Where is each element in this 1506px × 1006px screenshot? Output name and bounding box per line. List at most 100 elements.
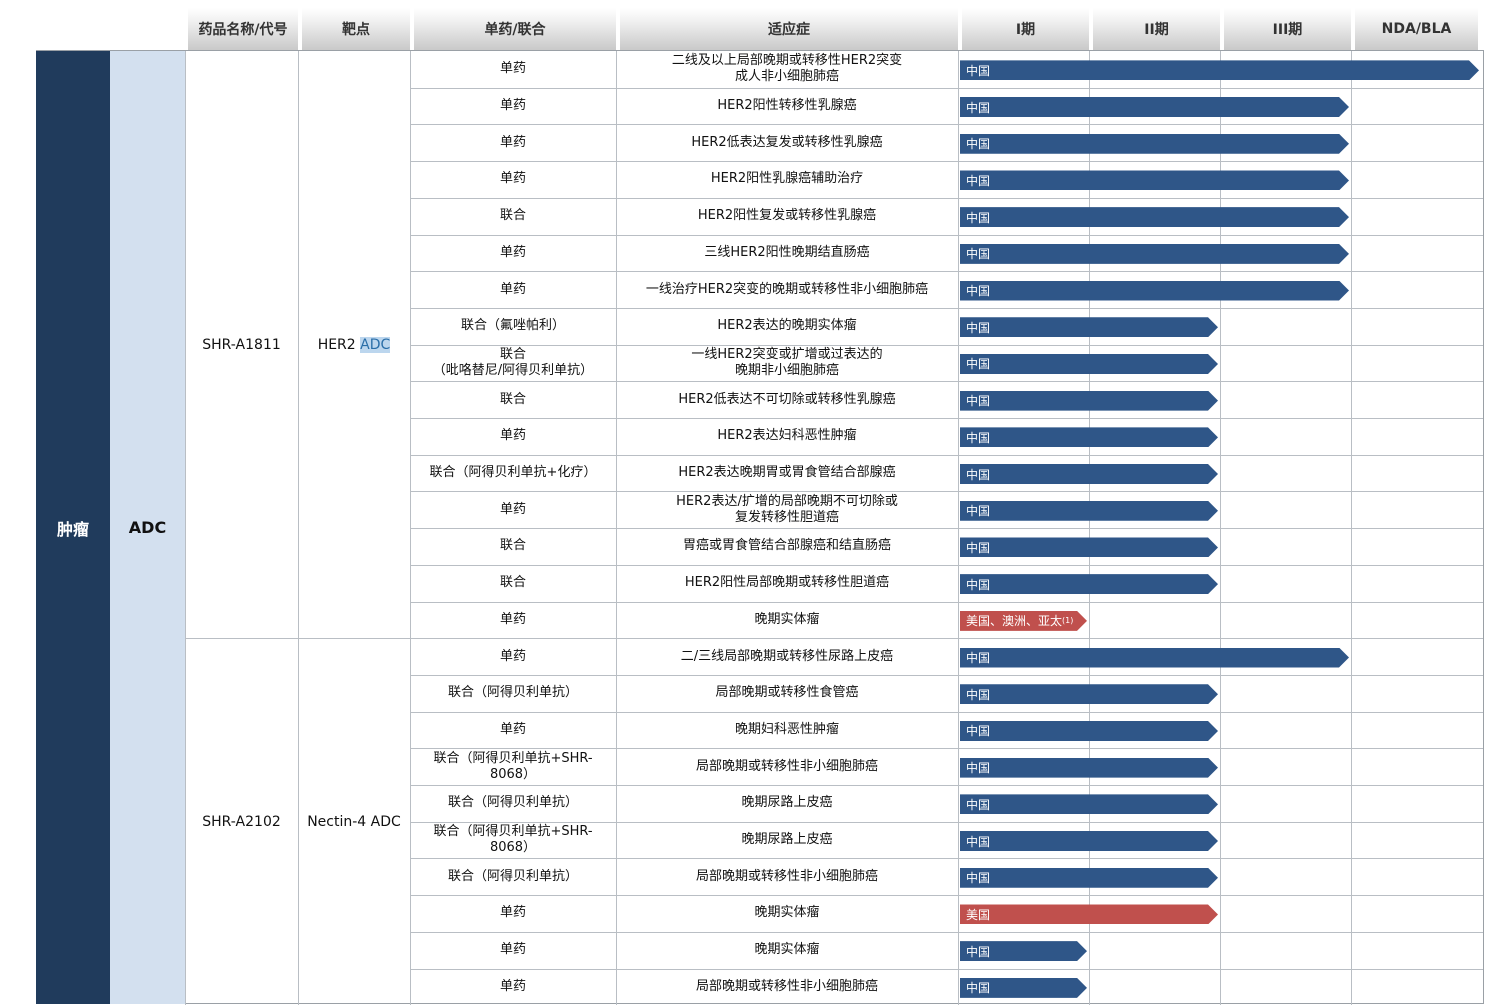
combo-cell: 单药	[499, 171, 526, 187]
indication-cell: HER2表达晚期胃或胃食管结合部腺癌	[678, 465, 896, 481]
phase-progress-arrow: 中国	[960, 60, 1479, 80]
target-highlight-text: ADC	[360, 336, 391, 353]
phase-progress-arrow: 美国、澳洲、亚太 (1)	[960, 611, 1087, 631]
phase-progress-arrow: 中国	[960, 941, 1087, 961]
phase-progress-arrow: 中国	[960, 170, 1349, 190]
region-label: 中国	[966, 577, 991, 592]
drug-name-cell: SHR-A1811	[185, 51, 298, 638]
region-label: 中国	[966, 394, 991, 409]
combo-cell: 单药	[499, 611, 526, 627]
combo-cell: 联合	[499, 538, 526, 554]
combo-cell: 联合（阿得贝利单抗）	[447, 795, 578, 811]
region-label: 中国	[966, 504, 991, 519]
header-drug-name: 药品名称/代号	[188, 8, 298, 50]
region-label: 中国	[966, 63, 991, 78]
combo-cell: 联合 （吡咯替尼/阿得贝利单抗）	[432, 346, 594, 378]
indication-cell: 一线HER2突变或扩增或过表达的 晚期非小细胞肺癌	[691, 346, 883, 378]
indication-cell: HER2表达/扩增的局部晚期不可切除或 复发转移性胆道癌	[676, 493, 898, 525]
indication-cell: 胃癌或胃食管结合部腺癌和结直肠癌	[682, 538, 891, 554]
header-nda-bla: NDA/BLA	[1355, 8, 1478, 50]
indication-cell: 晚期妇科恶性肿瘤	[734, 721, 839, 737]
combo-cell: 单药	[499, 61, 526, 77]
phase-progress-arrow: 中国	[960, 97, 1349, 117]
region-label: 中国	[966, 320, 991, 335]
indication-cell: 局部晚期或转移性非小细胞肺癌	[695, 758, 878, 774]
phase-progress-arrow: 中国	[960, 207, 1349, 227]
region-label: 中国	[966, 430, 991, 445]
region-label: 中国	[966, 834, 991, 849]
region-label: 美国、澳洲、亚太	[966, 614, 1063, 629]
phase-progress-arrow: 中国	[960, 574, 1218, 594]
indication-cell: 晚期尿路上皮癌	[741, 832, 833, 848]
combo-cell: 单药	[499, 905, 526, 921]
region-label: 中国	[966, 687, 991, 702]
region-label: 中国	[966, 761, 991, 776]
target-text: Nectin-4 ADC	[307, 813, 401, 830]
region-label: 中国	[966, 210, 991, 225]
modality-label: ADC	[128, 518, 167, 537]
region-label: 美国	[966, 907, 991, 922]
combo-cell: 联合（阿得贝利单抗+SHR- 8068）	[433, 824, 593, 856]
region-label: 中国	[966, 247, 991, 262]
phase-progress-arrow: 中国	[960, 978, 1087, 998]
combo-cell: 单药	[499, 942, 526, 958]
phase-progress-arrow: 中国	[960, 794, 1218, 814]
phase-progress-arrow: 中国	[960, 501, 1218, 521]
combo-cell: 联合（阿得贝利单抗+SHR- 8068）	[433, 750, 593, 782]
phase-progress-arrow: 中国	[960, 537, 1218, 557]
region-label: 中国	[966, 467, 991, 482]
phase-progress-arrow: 中国	[960, 721, 1218, 741]
combo-cell: 联合	[499, 575, 526, 591]
phase-progress-arrow: 中国	[960, 758, 1218, 778]
combo-cell: 单药	[499, 281, 526, 297]
indication-cell: HER2阳性转移性乳腺癌	[717, 98, 857, 114]
combo-cell: 单药	[499, 501, 526, 517]
combo-cell: 联合（氟唑帕利）	[460, 318, 565, 334]
phase-progress-arrow: 中国	[960, 281, 1349, 301]
combo-cell: 单药	[499, 134, 526, 150]
combo-cell: 单药	[499, 428, 526, 444]
indication-cell: 局部晚期或转移性非小细胞肺癌	[695, 868, 878, 884]
drug-name-cell: SHR-A2102	[185, 638, 298, 1005]
target-cell: HER2 ADC	[298, 51, 410, 638]
target-text: HER2	[317, 336, 361, 353]
therapeutic-area-label: 肿瘤	[56, 519, 89, 539]
phase-progress-arrow: 中国	[960, 868, 1218, 888]
drug-name: SHR-A2102	[202, 813, 281, 830]
combo-cell: 联合（阿得贝利单抗）	[447, 868, 578, 884]
header-indication: 适应症	[620, 8, 958, 50]
region-label: 中国	[966, 357, 991, 372]
header-phase-2: II期	[1093, 8, 1220, 50]
region-label: 中国	[966, 651, 991, 666]
phase-progress-arrow: 中国	[960, 427, 1218, 447]
target-cell: Nectin-4 ADC	[298, 638, 410, 1005]
indication-cell: HER2阳性乳腺癌辅助治疗	[710, 171, 864, 187]
phase-progress-arrow: 中国	[960, 464, 1218, 484]
header-phase-3: III期	[1224, 8, 1351, 50]
indication-cell: 三线HER2阳性晚期结直肠癌	[704, 244, 870, 260]
phase-progress-arrow: 中国	[960, 134, 1349, 154]
indication-cell: 一线治疗HER2突变的晚期或转移性非小细胞肺癌	[645, 281, 929, 297]
indication-cell: HER2低表达复发或转移性乳腺癌	[691, 134, 883, 150]
region-label: 中国	[966, 173, 991, 188]
phase-progress-arrow: 中国	[960, 317, 1218, 337]
phase-progress-arrow: 中国	[960, 354, 1218, 374]
therapeutic-area-cell: 肿瘤	[36, 51, 110, 1004]
region-label: 中国	[966, 284, 991, 299]
drug-name: SHR-A1811	[202, 336, 281, 353]
phase-progress-arrow: 中国	[960, 244, 1349, 264]
region-label: 中国	[966, 724, 991, 739]
combo-cell: 联合（阿得贝利单抗）	[447, 685, 578, 701]
header-target: 靶点	[302, 8, 410, 50]
indication-cell: 晚期实体瘤	[754, 942, 820, 958]
region-label: 中国	[966, 871, 991, 886]
combo-cell: 联合	[499, 208, 526, 224]
phase-progress-arrow: 中国	[960, 391, 1218, 411]
footnote-marker: (1)	[1062, 616, 1074, 626]
phase-progress-arrow: 中国	[960, 684, 1218, 704]
region-label: 中国	[966, 100, 991, 115]
region-label: 中国	[966, 540, 991, 555]
region-label: 中国	[966, 944, 991, 959]
region-label: 中国	[966, 981, 991, 996]
indication-cell: 晚期实体瘤	[754, 611, 820, 627]
